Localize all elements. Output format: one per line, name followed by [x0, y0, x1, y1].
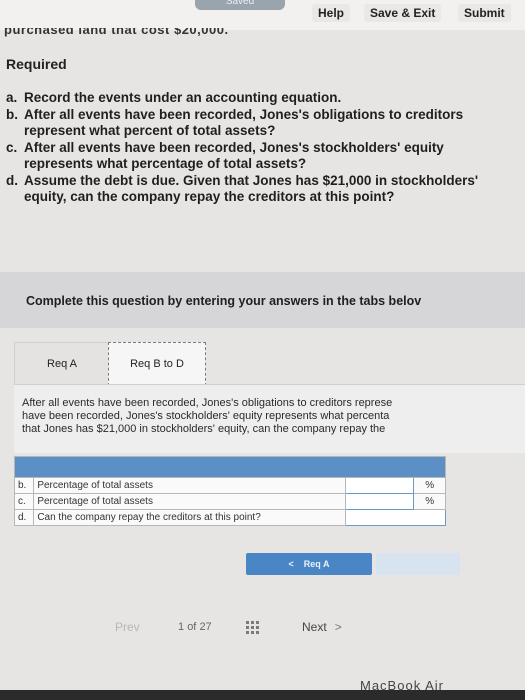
next-req-button-disabled — [376, 553, 460, 575]
answer-table-header — [14, 456, 446, 478]
page-of: of — [187, 621, 197, 633]
header-cell — [14, 456, 446, 478]
chevron-left-icon: < — [288, 559, 294, 569]
panel-line: have been recorded, Jones's stockholders… — [22, 410, 390, 422]
table-row: c. Percentage of total assets % — [13, 493, 446, 510]
percent-unit: % — [413, 477, 446, 494]
requirement-letter: b. — [6, 107, 18, 122]
top-toolbar: Saved Help Save & Exit Submit — [0, 0, 525, 30]
panel-instructions: After all events have been recorded, Jon… — [22, 397, 525, 436]
row-letter: b. — [13, 477, 35, 494]
row-letter: c. — [13, 493, 35, 510]
requirement-text: Assume the debt is due. Given that Jones… — [24, 173, 479, 204]
requirements-list: a. Record the events under an accounting… — [6, 90, 506, 206]
requirement-c: c. After all events have been recorded, … — [6, 140, 506, 172]
required-heading: Required — [6, 56, 67, 72]
row-letter: d. — [13, 509, 35, 526]
requirement-letter: c. — [6, 140, 18, 155]
percent-input-c[interactable] — [345, 493, 415, 510]
instruction-banner: Complete this question by entering your … — [0, 272, 525, 328]
answer-table: b. Percentage of total assets % c. Perce… — [13, 456, 446, 526]
laptop-bezel-logo: MacBook Air — [360, 678, 444, 693]
requirement-text: Record the events under an accounting eq… — [24, 90, 342, 105]
requirement-d: d. Assume the debt is due. Given that Jo… — [6, 173, 506, 205]
table-row: d. Can the company repay the creditors a… — [13, 509, 446, 526]
nav-button-label: Req A — [303, 559, 330, 569]
prev-button[interactable]: Prev — [115, 620, 140, 634]
requirement-letter: d. — [6, 173, 18, 188]
panel-line: After all events have been recorded, Jon… — [22, 397, 393, 409]
percent-unit: % — [413, 493, 446, 510]
requirement-letter: a. — [6, 90, 18, 105]
answer-select-d[interactable] — [345, 509, 446, 526]
browser-screen: Saved Help Save & Exit Submit purchased … — [0, 0, 525, 690]
chevron-right-icon: > — [334, 620, 342, 634]
grid-icon[interactable] — [246, 621, 260, 635]
panel-line: that Jones has $21,000 in stockholders' … — [22, 423, 386, 435]
req-a-nav-button[interactable]: < Req A — [246, 553, 372, 575]
tab-content-panel: After all events have been recorded, Jon… — [14, 384, 525, 453]
pagination-footer: Prev 1 of 27 Next > — [0, 620, 525, 640]
requirement-b: b. After all events have been recorded, … — [6, 107, 506, 139]
tab-req-a[interactable]: Req A — [14, 342, 110, 386]
row-question: Percentage of total assets — [33, 493, 347, 510]
instruction-text: Complete this question by entering your … — [26, 294, 422, 308]
page-indicator: 1 of 27 — [178, 621, 212, 633]
requirement-a: a. Record the events under an accounting… — [6, 90, 506, 106]
requirement-text: After all events have been recorded, Jon… — [24, 107, 464, 138]
page-current: 1 — [178, 621, 185, 633]
next-label: Next — [302, 620, 327, 634]
table-row: b. Percentage of total assets % — [13, 477, 446, 494]
save-exit-button[interactable]: Save & Exit — [364, 4, 442, 22]
next-button[interactable]: Next > — [302, 620, 342, 634]
requirement-text: After all events have been recorded, Jon… — [24, 140, 444, 171]
saved-status-badge: Saved — [195, 0, 285, 10]
help-button[interactable]: Help — [312, 4, 351, 22]
row-question: Can the company repay the creditors at t… — [33, 509, 347, 526]
page-total: 27 — [199, 621, 212, 633]
row-question: Percentage of total assets — [33, 477, 347, 494]
tab-req-b-to-d[interactable]: Req B to D — [108, 342, 206, 386]
percent-input-b[interactable] — [345, 477, 415, 494]
submit-button[interactable]: Submit — [458, 4, 511, 22]
